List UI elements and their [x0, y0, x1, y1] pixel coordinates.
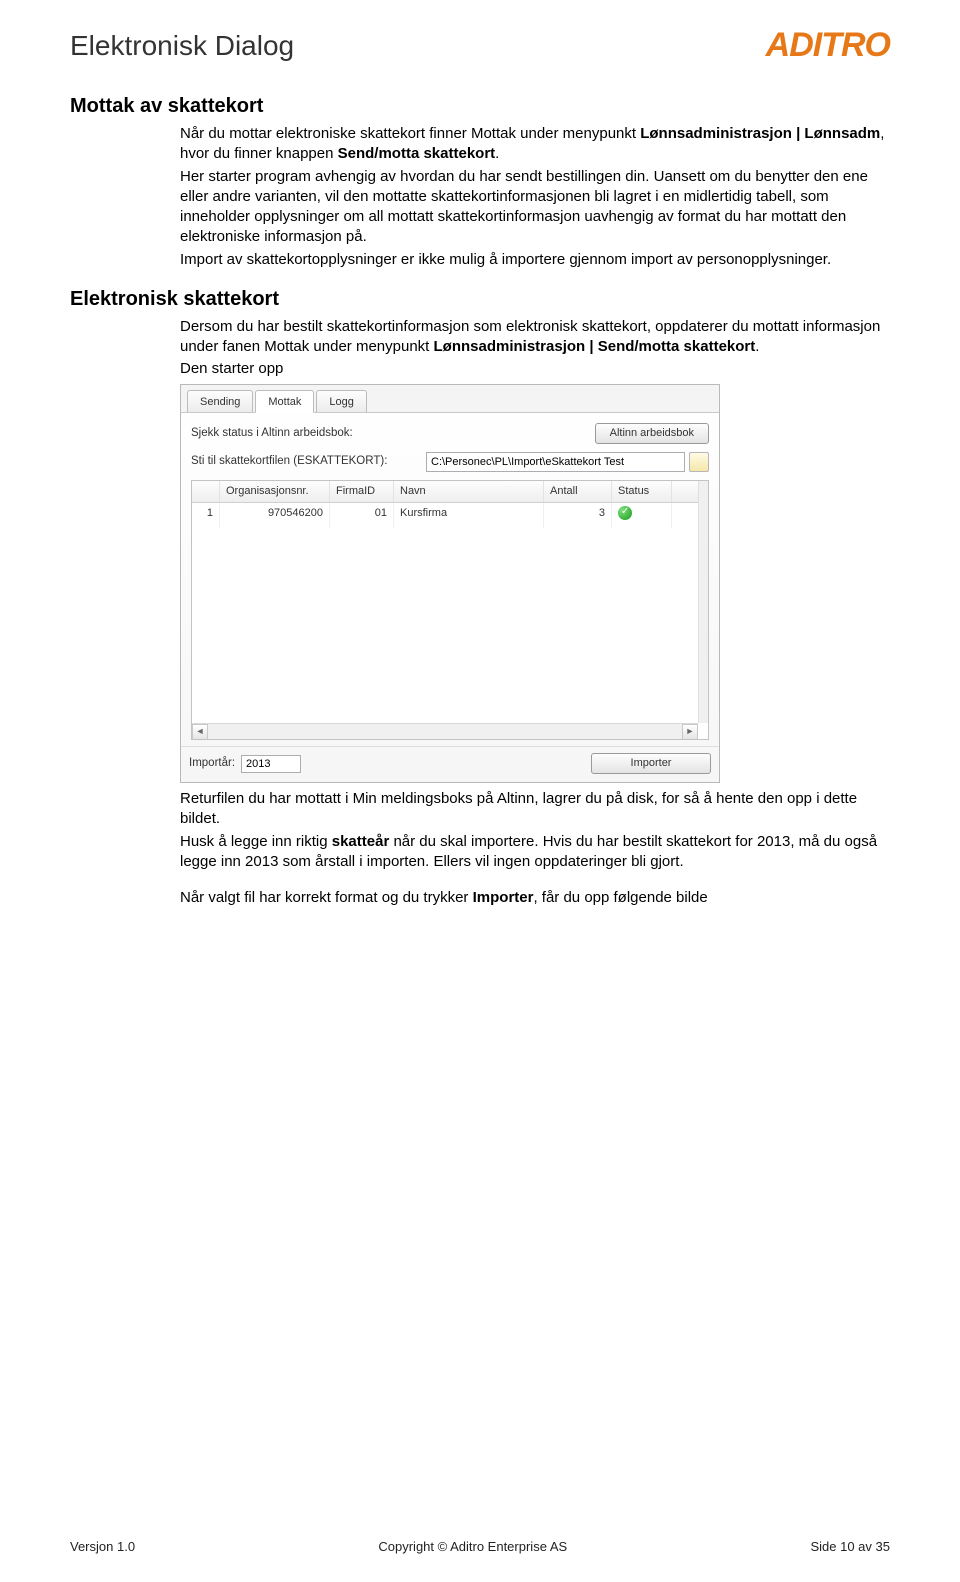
col-idx	[192, 481, 220, 502]
importar-input[interactable]	[241, 755, 301, 773]
s1-p1d: Send/motta skattekort	[338, 145, 496, 162]
result-grid[interactable]: Organisasjonsnr. FirmaID Navn Antall Sta…	[191, 480, 709, 740]
scroll-right-icon[interactable]: ►	[682, 724, 698, 740]
tab-strip: Sending Mottak Logg	[181, 385, 719, 414]
scroll-left-icon[interactable]: ◄	[192, 724, 208, 740]
s1-p1b: Lønnsadministrasjon | Lønnsadm	[640, 125, 880, 142]
logo: ADITRO	[766, 26, 890, 65]
col-org: Organisasjonsnr.	[220, 481, 330, 502]
s2-p4b: skatteår	[332, 833, 390, 850]
page-footer: Versjon 1.0 Copyright © Aditro Enterpris…	[70, 1539, 890, 1554]
col-antall: Antall	[544, 481, 612, 502]
table-row[interactable]: 1 970546200 01 Kursfirma 3	[192, 503, 708, 528]
cell-org: 970546200	[220, 503, 330, 528]
tab-logg[interactable]: Logg	[316, 390, 366, 413]
section2-body: Dersom du har bestilt skattekortinformas…	[180, 317, 890, 909]
importer-button[interactable]: Importer	[591, 753, 711, 774]
label-importar: Importår:	[189, 756, 235, 772]
tab-sending[interactable]: Sending	[187, 390, 253, 413]
label-altinn-status: Sjekk status i Altinn arbeidsbok:	[191, 426, 426, 442]
heading-mottak: Mottak av skattekort	[70, 95, 890, 118]
col-status: Status	[612, 481, 672, 502]
s1-p1a: Når du mottar elektroniske skattekort fi…	[180, 125, 640, 142]
s2-p4a: Husk å legge inn riktig	[180, 833, 332, 850]
filepath-input[interactable]	[426, 452, 685, 472]
cell-navn: Kursfirma	[394, 503, 544, 528]
s1-p1e: .	[495, 145, 499, 162]
col-navn: Navn	[394, 481, 544, 502]
s2-p5a: Når valgt fil har korrekt format og du t…	[180, 889, 473, 906]
s2-p2: Den starter opp	[180, 359, 890, 379]
cell-idx: 1	[192, 503, 220, 528]
s2-p1b: Lønnsadministrasjon | Send/motta skattek…	[434, 338, 756, 355]
s2-p1c: .	[755, 338, 759, 355]
app-window: Sending Mottak Logg Sjekk status i Altin…	[180, 384, 720, 784]
cell-status	[612, 503, 672, 528]
tab-mottak[interactable]: Mottak	[255, 390, 314, 414]
cell-firma: 01	[330, 503, 394, 528]
cell-antall: 3	[544, 503, 612, 528]
altinn-arbeidsbok-button[interactable]: Altinn arbeidsbok	[595, 423, 709, 444]
footer-page: Side 10 av 35	[810, 1539, 890, 1554]
status-ok-icon	[618, 506, 632, 520]
grid-vscroll[interactable]	[698, 481, 708, 723]
s1-p3: Import av skattekortopplysninger er ikke…	[180, 250, 890, 270]
section1-body: Når du mottar elektroniske skattekort fi…	[180, 124, 890, 270]
footer-version: Versjon 1.0	[70, 1539, 135, 1554]
label-filepath: Sti til skattekortfilen (ESKATTEKORT):	[191, 454, 426, 470]
col-firma: FirmaID	[330, 481, 394, 502]
browse-folder-icon[interactable]	[689, 452, 709, 472]
grid-hscroll[interactable]: ◄ ►	[192, 723, 698, 739]
document-title: Elektronisk Dialog	[70, 30, 294, 62]
s2-p3: Returfilen du har mottatt i Min meldings…	[180, 789, 890, 830]
s1-p2: Her starter program avhengig av hvordan …	[180, 167, 890, 248]
heading-elektronisk: Elektronisk skattekort	[70, 288, 890, 311]
s2-p5b: Importer	[473, 889, 534, 906]
s2-p5c: , får du opp følgende bilde	[533, 889, 707, 906]
footer-copyright: Copyright © Aditro Enterprise AS	[378, 1539, 567, 1554]
